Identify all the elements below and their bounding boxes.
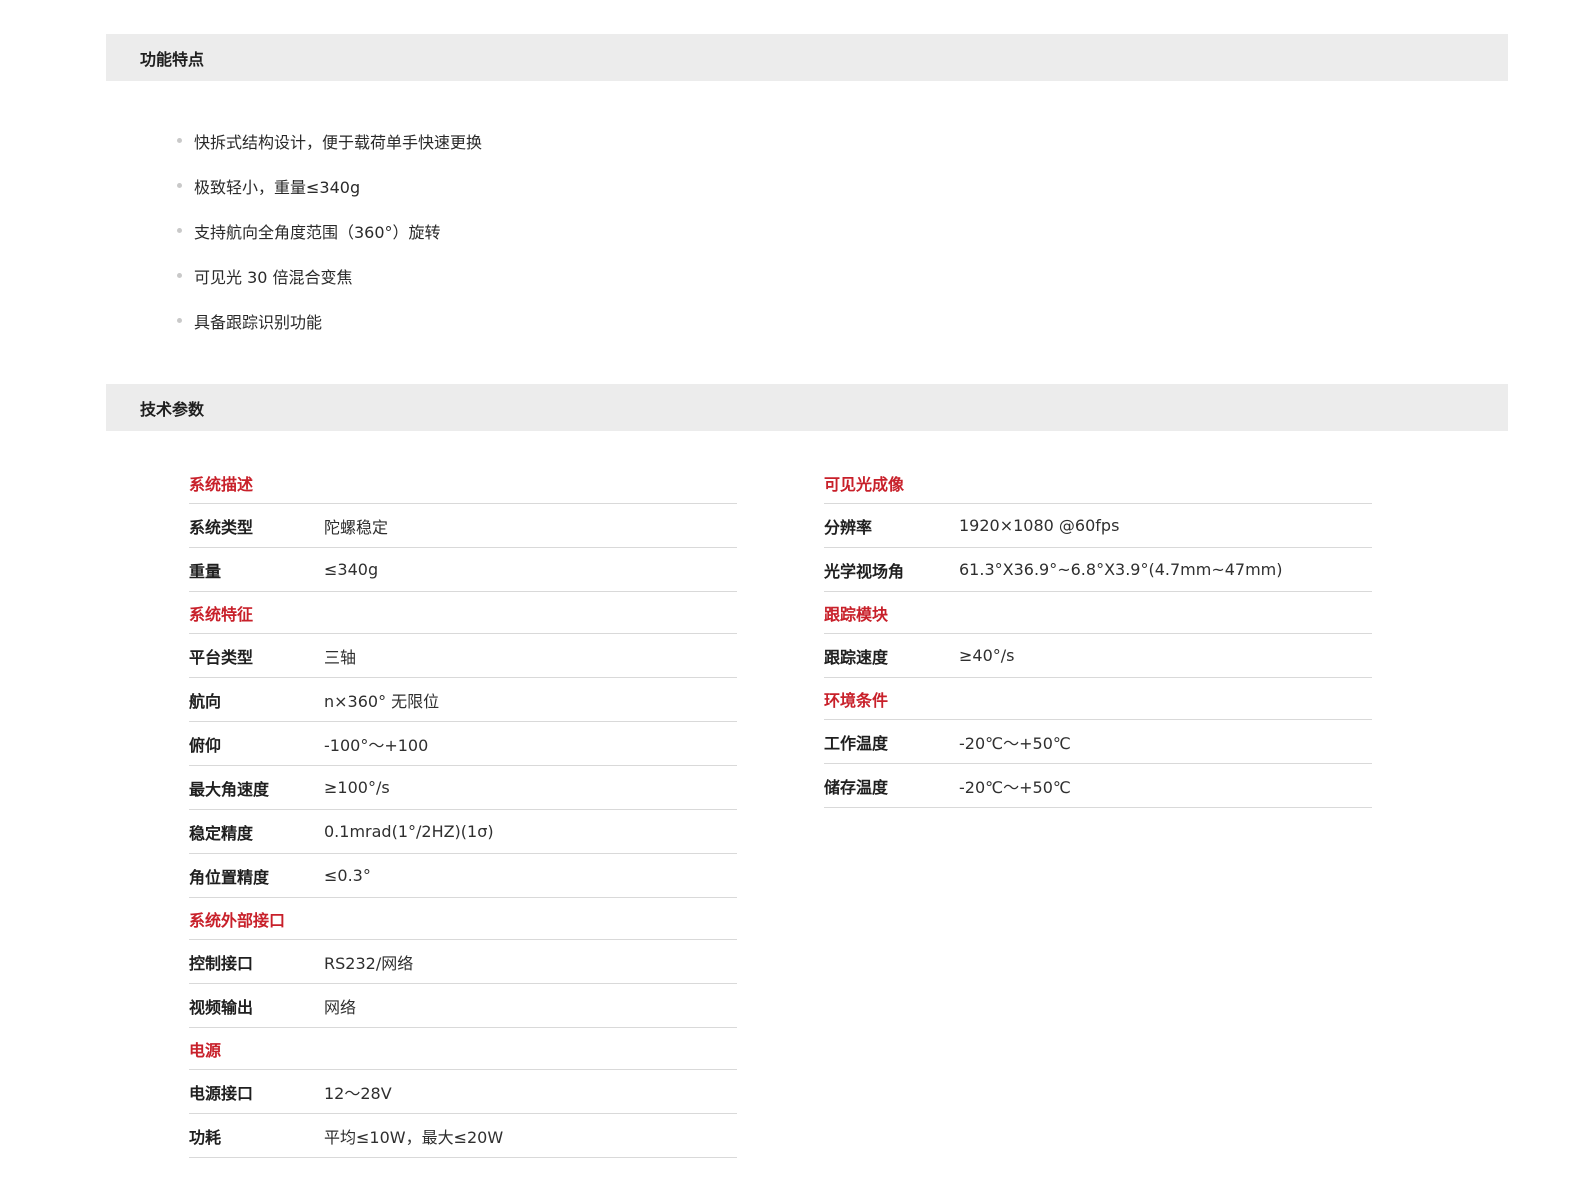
bullet-icon	[177, 228, 182, 233]
bullet-icon	[177, 183, 182, 188]
spec-value: RS232/网络	[324, 953, 414, 973]
bullet-icon	[177, 318, 182, 323]
feature-item: 可见光 30 倍混合变焦	[177, 253, 482, 298]
spec-label: 角位置精度	[189, 867, 270, 887]
spec-value: 平均≤10W，最大≤20W	[324, 1127, 504, 1147]
spec-row: 分辨率 1920×1080 @60fps	[824, 504, 1372, 548]
feature-text: 支持航向全角度范围（360°）旋转	[194, 222, 441, 242]
spec-label: 系统类型	[189, 517, 254, 537]
spec-group-header: 电源	[189, 1028, 737, 1070]
spec-group-header: 可见光成像	[824, 462, 1372, 504]
features-section-header: 功能特点	[106, 34, 1508, 81]
feature-item: 极致轻小，重量≤340g	[177, 163, 482, 208]
feature-item: 快拆式结构设计，便于载荷单手快速更换	[177, 118, 482, 163]
spec-value: -100°～+100	[324, 735, 429, 755]
spec-value: ≤340g	[324, 560, 379, 579]
spec-row: 平台类型 三轴	[189, 634, 737, 678]
spec-row: 控制接口 RS232/网络	[189, 940, 737, 984]
spec-table-left: 系统描述 系统类型 陀螺稳定 重量 ≤340g 系统特征 平台类型 三轴 航向 …	[189, 462, 737, 1158]
spec-group-header: 系统描述	[189, 462, 737, 504]
spec-value: 1920×1080 @60fps	[959, 516, 1120, 535]
feature-item: 具备跟踪识别功能	[177, 298, 482, 343]
spec-row: 光学视场角 61.3°X36.9°~6.8°X3.9°(4.7mm~47mm)	[824, 548, 1372, 592]
features-section-title: 功能特点	[140, 49, 205, 69]
bullet-icon	[177, 138, 182, 143]
spec-label: 功耗	[189, 1127, 222, 1147]
spec-row: 功耗 平均≤10W，最大≤20W	[189, 1114, 737, 1158]
spec-label: 视频输出	[189, 997, 254, 1017]
spec-value: 0.1mrad(1°/2HZ)(1σ)	[324, 822, 494, 841]
spec-value: -20℃～+50℃	[959, 777, 1071, 797]
feature-text: 快拆式结构设计，便于载荷单手快速更换	[194, 132, 483, 152]
spec-value: ≤0.3°	[324, 866, 371, 885]
spec-group-title: 环境条件	[824, 690, 889, 710]
spec-label: 工作温度	[824, 733, 889, 753]
specs-section-header: 技术参数	[106, 384, 1508, 431]
spec-table-right: 可见光成像 分辨率 1920×1080 @60fps 光学视场角 61.3°X3…	[824, 462, 1372, 808]
spec-value: -20℃～+50℃	[959, 733, 1071, 753]
spec-label: 控制接口	[189, 953, 254, 973]
spec-row: 重量 ≤340g	[189, 548, 737, 592]
spec-label: 储存温度	[824, 777, 889, 797]
spec-row: 电源接口 12～28V	[189, 1070, 737, 1114]
spec-value: 网络	[324, 997, 357, 1017]
spec-label: 跟踪速度	[824, 647, 889, 667]
spec-row: 俯仰 -100°～+100	[189, 722, 737, 766]
spec-value: n×360° 无限位	[324, 691, 440, 711]
feature-text: 具备跟踪识别功能	[194, 312, 323, 332]
spec-row: 储存温度 -20℃～+50℃	[824, 764, 1372, 808]
spec-value: ≥40°/s	[959, 646, 1015, 665]
spec-value: 12～28V	[324, 1083, 392, 1103]
spec-label: 航向	[189, 691, 222, 711]
spec-label: 平台类型	[189, 647, 254, 667]
spec-group-header: 系统特征	[189, 592, 737, 634]
spec-row: 稳定精度 0.1mrad(1°/2HZ)(1σ)	[189, 810, 737, 854]
spec-group-header: 系统外部接口	[189, 898, 737, 940]
spec-group-title: 电源	[189, 1040, 222, 1060]
feature-text: 极致轻小，重量≤340g	[194, 177, 361, 197]
spec-group-title: 跟踪模块	[824, 604, 889, 624]
spec-group-title: 系统特征	[189, 604, 254, 624]
spec-group-header: 跟踪模块	[824, 592, 1372, 634]
spec-row: 航向 n×360° 无限位	[189, 678, 737, 722]
specs-section-title: 技术参数	[140, 399, 205, 419]
spec-value: 61.3°X36.9°~6.8°X3.9°(4.7mm~47mm)	[959, 560, 1283, 579]
spec-value: 陀螺稳定	[324, 517, 389, 537]
spec-label: 重量	[189, 561, 222, 581]
spec-row: 最大角速度 ≥100°/s	[189, 766, 737, 810]
spec-row: 角位置精度 ≤0.3°	[189, 854, 737, 898]
spec-label: 最大角速度	[189, 779, 270, 799]
spec-row: 系统类型 陀螺稳定	[189, 504, 737, 548]
spec-label: 光学视场角	[824, 561, 905, 581]
spec-label: 分辨率	[824, 517, 873, 537]
spec-group-title: 可见光成像	[824, 474, 905, 494]
spec-row: 跟踪速度 ≥40°/s	[824, 634, 1372, 678]
bullet-icon	[177, 273, 182, 278]
feature-text: 可见光 30 倍混合变焦	[194, 267, 353, 287]
spec-label: 稳定精度	[189, 823, 254, 843]
spec-group-header: 环境条件	[824, 678, 1372, 720]
spec-group-title: 系统描述	[189, 474, 254, 494]
spec-label: 俯仰	[189, 735, 222, 755]
feature-item: 支持航向全角度范围（360°）旋转	[177, 208, 482, 253]
spec-label: 电源接口	[189, 1083, 254, 1103]
spec-value: ≥100°/s	[324, 778, 390, 797]
spec-row: 工作温度 -20℃～+50℃	[824, 720, 1372, 764]
features-list: 快拆式结构设计，便于载荷单手快速更换 极致轻小，重量≤340g 支持航向全角度范…	[177, 118, 482, 343]
spec-value: 三轴	[324, 647, 357, 667]
spec-row: 视频输出 网络	[189, 984, 737, 1028]
spec-group-title: 系统外部接口	[189, 910, 286, 930]
